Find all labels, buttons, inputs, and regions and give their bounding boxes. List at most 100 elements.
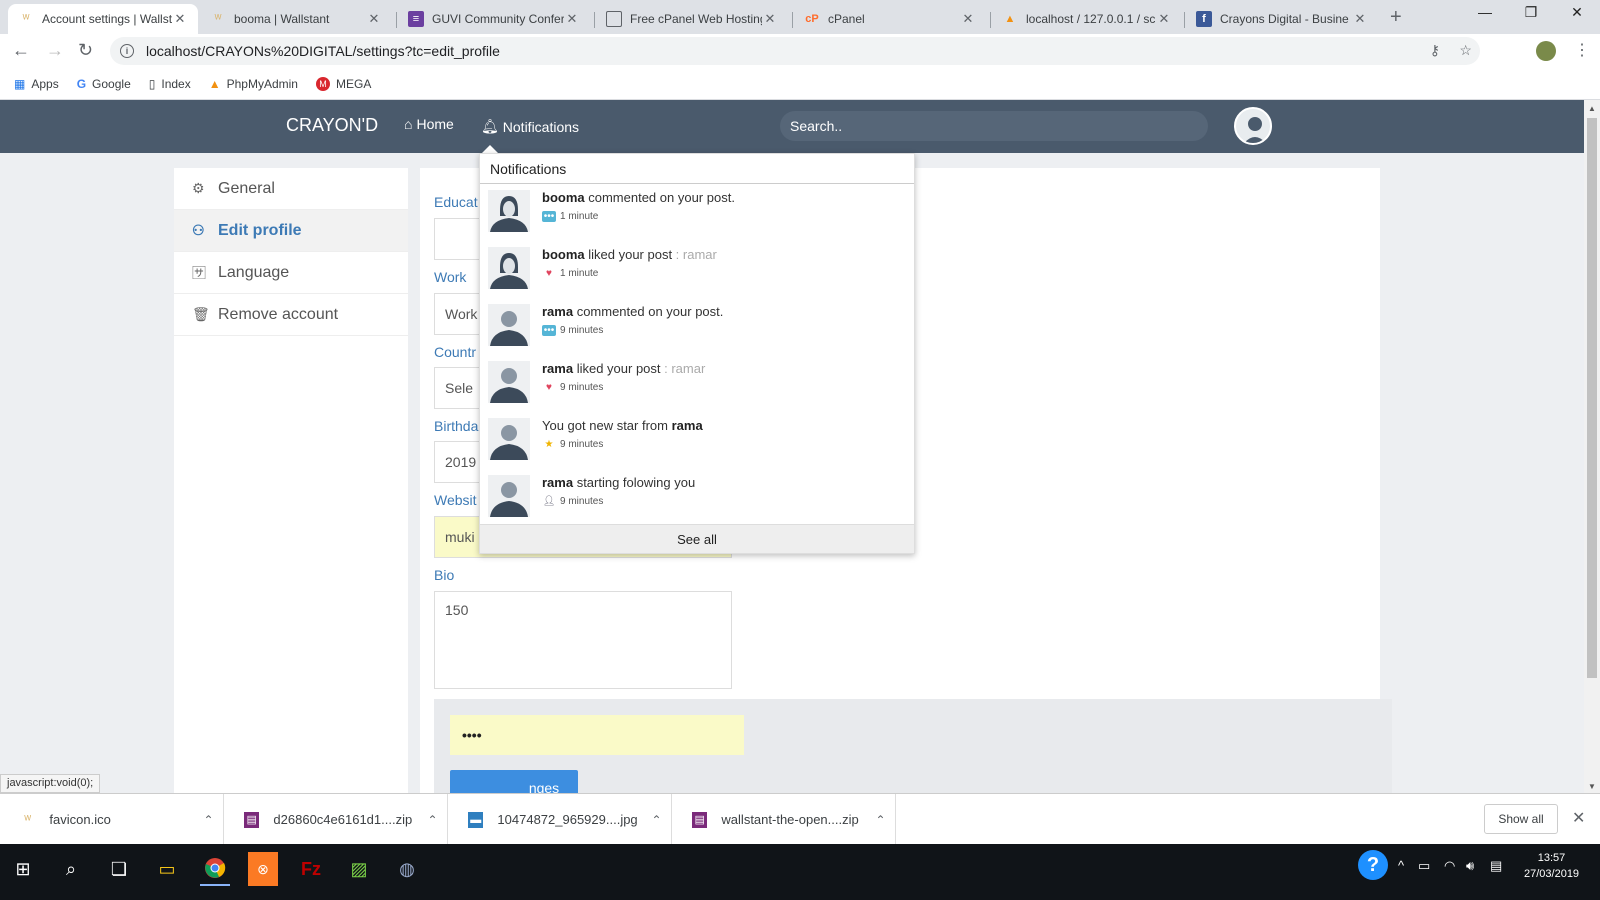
help-icon[interactable]: ? <box>1358 850 1388 880</box>
user-silhouette-icon <box>1244 117 1266 143</box>
sidebar-item-remove-account[interactable]: 🗑︎ Remove account <box>174 294 408 336</box>
close-tab-icon[interactable]: ✕ <box>172 11 188 27</box>
browser-tab[interactable]: Free cPanel Web Hosting ✕ <box>596 4 788 34</box>
close-tab-icon[interactable]: ✕ <box>1156 11 1172 27</box>
nav-home-link[interactable]: ⌂ Home <box>404 116 454 132</box>
heart-icon: ♥ <box>546 268 552 279</box>
browser-menu-icon[interactable]: ⋮ <box>1574 40 1590 60</box>
xampp-icon[interactable]: ⊗ <box>248 852 278 886</box>
bookmark-apps[interactable]: ▦ Apps <box>14 77 59 91</box>
close-download-shelf-icon[interactable]: ✕ <box>1572 808 1585 828</box>
site-brand[interactable]: CRAYON'D <box>286 115 378 136</box>
notification-user[interactable]: rama <box>542 304 573 319</box>
facebook-favicon-icon: f <box>1196 11 1212 27</box>
browser-profile-avatar[interactable] <box>1536 41 1556 61</box>
notification-item[interactable]: booma liked your post : ramar ♥ 1 minute <box>480 241 914 298</box>
browser-tab[interactable]: ᵂ booma | Wallstant ✕ <box>200 4 392 34</box>
window-close-icon[interactable]: ✕ <box>1554 4 1600 21</box>
nav-notifications-link[interactable]: 🔔︎ Notifications <box>481 118 579 135</box>
filezilla-icon[interactable]: Fz <box>296 852 326 886</box>
close-tab-icon[interactable]: ✕ <box>1352 11 1368 27</box>
close-tab-icon[interactable]: ✕ <box>960 11 976 27</box>
close-tab-icon[interactable]: ✕ <box>366 11 382 27</box>
bookmark-google[interactable]: G Google <box>77 77 131 91</box>
user-silhouette-icon <box>490 311 528 346</box>
taskbar-clock[interactable]: 13:57 27/03/2019 <box>1524 850 1579 882</box>
nav-user-avatar[interactable] <box>1234 107 1272 145</box>
notification-time: 9 minutes <box>560 496 604 507</box>
browser-tab[interactable]: cP cPanel ✕ <box>794 4 986 34</box>
address-bar[interactable]: i localhost/CRAYONs%20DIGITAL/settings?t… <box>110 37 1480 65</box>
tab-title: GUVI Community Confer <box>432 12 564 26</box>
scroll-up-arrow-icon[interactable]: ▲ <box>1588 104 1596 113</box>
mega-icon: M <box>315 76 330 91</box>
chevron-up-icon[interactable]: ^ <box>1398 858 1404 873</box>
see-all-notifications-link[interactable]: See all <box>480 524 914 553</box>
browser-tab[interactable]: ≡ GUVI Community Confer ✕ <box>398 4 590 34</box>
notepad-plus-plus-icon[interactable]: ▨ <box>344 852 374 886</box>
favicon-file-icon: ᵂ <box>24 813 32 826</box>
browser-tab[interactable]: ᵂ Account settings | Wallst ✕ <box>8 4 198 34</box>
notification-item[interactable]: rama commented on your post. ••• 9 minute… <box>480 298 914 355</box>
notification-user[interactable]: rama <box>542 361 573 376</box>
show-all-downloads-button[interactable]: Show all <box>1484 804 1558 834</box>
sidebar-item-general[interactable]: ⚙ General <box>174 168 408 210</box>
forward-icon[interactable]: → <box>46 40 64 61</box>
browser-tab[interactable]: ▲ localhost / 127.0.0.1 / sc ✕ <box>992 4 1182 34</box>
notification-time: 9 minutes <box>560 439 604 450</box>
wifi-icon[interactable]: ◠ <box>1444 858 1455 874</box>
app-icon[interactable]: ◍ <box>392 852 422 886</box>
password-key-icon[interactable]: ⚷ ☆ <box>1430 42 1472 59</box>
file-explorer-icon[interactable]: ▭ <box>152 852 182 886</box>
close-tab-icon[interactable]: ✕ <box>564 11 580 27</box>
notification-user[interactable]: booma <box>542 190 585 205</box>
bookmarks-bar: ▦ Apps G Google ▯ Index ▲ PhpMyAdmin M M… <box>0 68 1600 100</box>
browser-tab[interactable]: f Crayons Digital - Busine ✕ <box>1186 4 1378 34</box>
download-item[interactable]: ▬ 10474872_965929....jpg ⌃ <box>448 794 672 845</box>
bookmark-mega[interactable]: M MEGA <box>315 76 371 91</box>
site-search-input[interactable] <box>780 111 1208 141</box>
scrollbar-thumb[interactable] <box>1587 118 1597 678</box>
battery-icon[interactable]: ▭ <box>1418 858 1430 874</box>
close-tab-icon[interactable]: ✕ <box>762 11 778 27</box>
notification-user[interactable]: rama <box>672 418 703 433</box>
bookmark-phpmyadmin[interactable]: ▲ PhpMyAdmin <box>209 77 298 91</box>
notification-item[interactable]: rama liked your post : ramar ♥ 9 minutes <box>480 355 914 412</box>
windows-start-icon[interactable]: ⊞ <box>8 852 38 886</box>
search-icon[interactable]: ⌕ <box>56 852 86 886</box>
settings-sidebar: ⚙ General ⚇ Edit profile 🈂︎ Language 🗑︎ … <box>174 168 408 793</box>
chevron-up-icon[interactable]: ⌃ <box>642 813 671 827</box>
tab-title: Account settings | Wallst <box>42 12 172 26</box>
notification-item[interactable]: You got new star from rama ★ 9 minutes <box>480 412 914 469</box>
chevron-up-icon[interactable]: ⌃ <box>866 813 895 827</box>
notification-item[interactable]: booma commented on your post. ••• 1 minut… <box>480 184 914 241</box>
chevron-up-icon[interactable]: ⌃ <box>194 813 223 827</box>
save-changes-button[interactable]: nges <box>450 770 578 793</box>
notification-item[interactable]: rama starting folowing you 👤︎ 9 minutes <box>480 469 914 526</box>
chevron-up-icon[interactable]: ⌃ <box>418 813 447 827</box>
new-tab-icon[interactable]: + <box>1390 6 1402 29</box>
back-icon[interactable]: ← <box>12 40 30 61</box>
minimize-icon[interactable]: — <box>1462 4 1508 20</box>
site-info-icon[interactable]: i <box>120 44 134 58</box>
sidebar-item-edit-profile[interactable]: ⚇ Edit profile <box>174 210 408 252</box>
scroll-down-arrow-icon[interactable]: ▼ <box>1588 782 1596 791</box>
download-item[interactable]: ▤ wallstant-the-open....zip ⌃ <box>672 794 896 845</box>
sidebar-item-language[interactable]: 🈂︎ Language <box>174 252 408 294</box>
notification-user[interactable]: booma <box>542 247 585 262</box>
restore-icon[interactable]: ❐ <box>1508 4 1554 21</box>
reload-icon[interactable]: ↻ <box>78 40 93 61</box>
tab-title: booma | Wallstant <box>234 12 330 26</box>
page-scrollbar[interactable]: ▲ ▼ <box>1584 100 1600 793</box>
notification-user[interactable]: rama <box>542 475 573 490</box>
task-view-icon[interactable]: ❏ <box>104 852 134 886</box>
chrome-icon[interactable] <box>200 852 230 886</box>
bookmark-index[interactable]: ▯ Index <box>149 77 191 91</box>
action-center-icon[interactable]: ▤ <box>1490 858 1502 874</box>
password-input[interactable]: •••• <box>450 715 744 755</box>
volume-icon[interactable]: 🔊︎ <box>1466 858 1474 874</box>
download-item[interactable]: ▤ d26860c4e6161d1....zip ⌃ <box>224 794 448 845</box>
bio-textarea[interactable]: 150 <box>434 591 732 689</box>
google-icon: G <box>76 76 87 91</box>
download-item[interactable]: ᵂ favicon.ico ⌃ <box>0 794 224 845</box>
